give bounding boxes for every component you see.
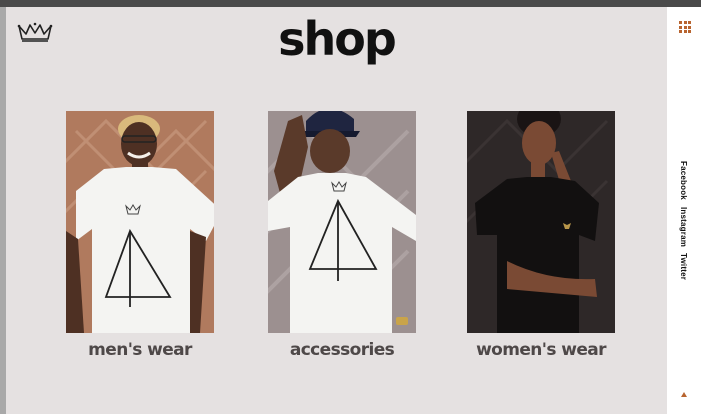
photo-mens-wear <box>66 111 214 333</box>
right-rail: Facebook Instagram Twitter <box>667 7 701 414</box>
window-top-bar <box>0 0 701 7</box>
photo-accessories <box>268 111 416 333</box>
social-link-instagram[interactable]: Instagram <box>679 207 688 247</box>
category-label[interactable]: accessories <box>232 340 452 360</box>
social-link-facebook[interactable]: Facebook <box>679 161 688 200</box>
arrow-up-icon[interactable] <box>681 392 687 397</box>
social-link-twitter[interactable]: Twitter <box>679 253 688 280</box>
shop-page: shop men's wear accessories women's wear <box>6 7 667 414</box>
photo-womens-wear <box>467 111 615 333</box>
grid-icon[interactable] <box>679 21 691 33</box>
page-title: shop <box>278 12 397 66</box>
category-label[interactable]: men's wear <box>30 340 250 360</box>
category-label[interactable]: women's wear <box>431 340 651 360</box>
